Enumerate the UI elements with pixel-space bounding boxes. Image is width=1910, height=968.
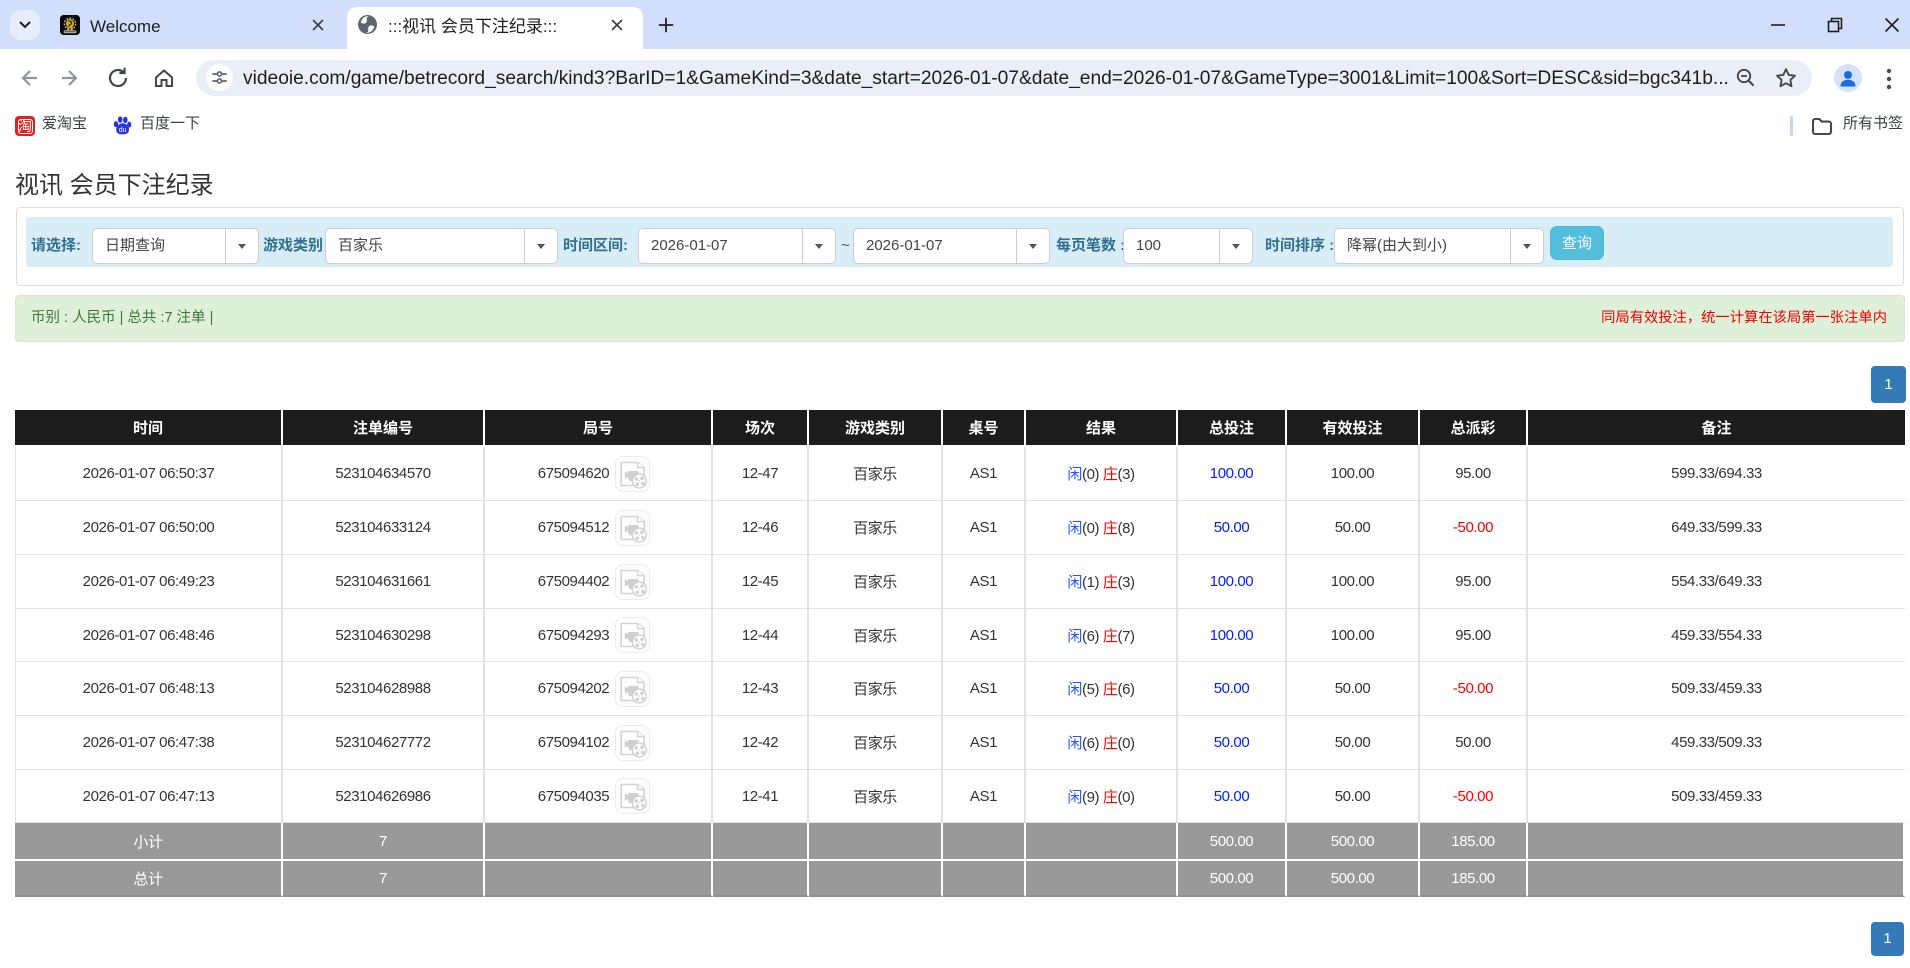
svg-text:du: du (119, 127, 127, 134)
